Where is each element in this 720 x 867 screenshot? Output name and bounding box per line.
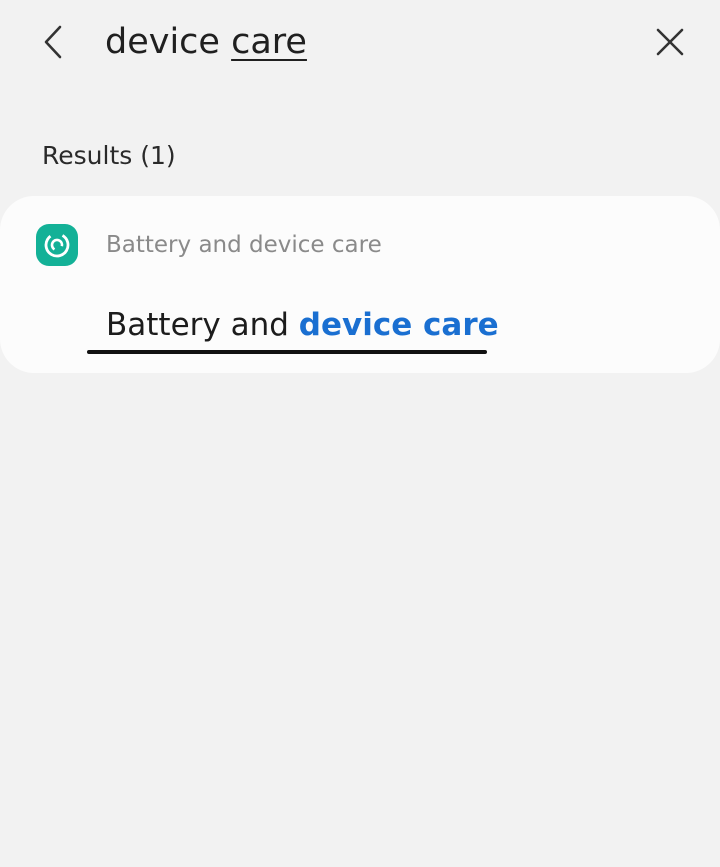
result-title-match: device care [298,307,499,343]
results-header: Results (1) [42,141,176,170]
result-title-text: Battery and [106,307,299,343]
device-care-icon [36,224,78,266]
search-query-text: device [105,22,232,62]
search-input[interactable]: device care [105,20,307,64]
search-query-composing: care [231,22,307,62]
back-arrow-icon [44,25,62,59]
search-bar: device care [0,0,720,90]
back-button[interactable] [32,22,76,62]
result-title: Battery and device care [106,303,499,347]
clear-search-button[interactable] [648,20,692,64]
close-icon [656,28,684,56]
result-category: Battery and device care [106,232,382,258]
focus-indicator [87,350,487,354]
